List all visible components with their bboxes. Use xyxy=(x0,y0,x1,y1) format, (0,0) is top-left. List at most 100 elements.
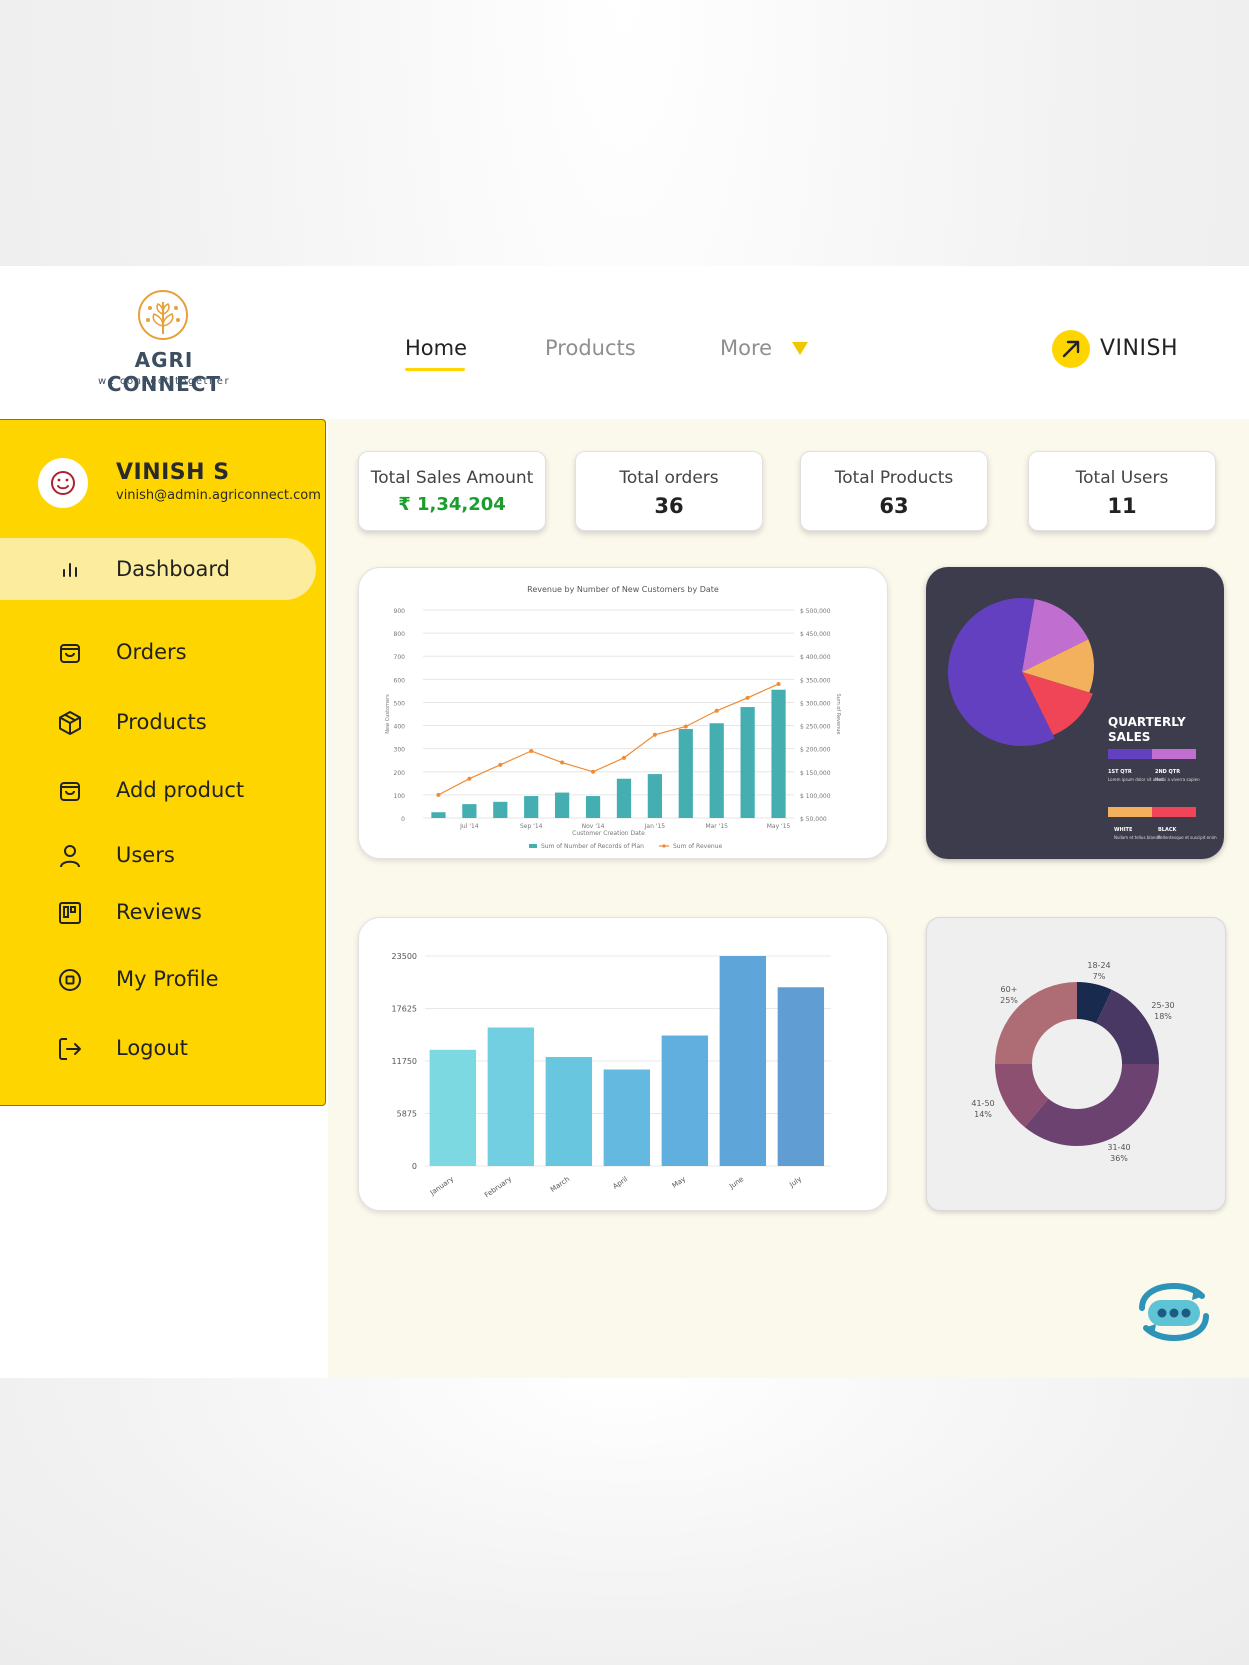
y2-tick-label: $ 400,000 xyxy=(800,654,831,661)
sidebar-item-logout[interactable]: Logout xyxy=(0,1017,316,1079)
y-tick-label: 300 xyxy=(394,747,406,754)
sidebar-item-my-profile[interactable]: My Profile xyxy=(0,948,316,1010)
y-tick-label: 800 xyxy=(394,631,406,638)
legend-swatch xyxy=(1152,749,1196,759)
nav-home[interactable]: Home xyxy=(405,336,467,371)
x-tick-label: Nov '14 xyxy=(582,823,605,830)
sidebar-item-users[interactable]: Users xyxy=(0,824,316,886)
slice-percent: 25% xyxy=(1000,996,1018,1005)
sidebar-item-reviews[interactable]: Reviews xyxy=(0,881,316,943)
legend-label: BLACK xyxy=(1158,827,1178,833)
stat-value: 11 xyxy=(1107,494,1137,518)
x-tick-label: April xyxy=(611,1175,629,1191)
x-tick-label: March xyxy=(549,1175,571,1194)
shopping-bag-icon xyxy=(60,644,80,663)
y-tick-label: 0 xyxy=(401,816,405,823)
bar xyxy=(585,796,601,818)
sidebar-item-add-product[interactable]: Add product xyxy=(0,759,316,821)
profile-email: vinish@admin.agriconnect.com xyxy=(116,488,321,503)
slice-label: 18-24 xyxy=(1087,961,1110,970)
bar xyxy=(462,804,477,818)
stat-title: Total orders xyxy=(619,468,719,488)
profile-name: VINISH S xyxy=(116,460,230,485)
line-point xyxy=(683,724,688,729)
sidebar-item-label: Reviews xyxy=(116,900,202,924)
y2-tick-label: $ 300,000 xyxy=(800,700,831,707)
stat-card-total-users[interactable]: Total Users 11 xyxy=(1028,451,1216,531)
x-axis-label: Customer Creation Date xyxy=(572,830,645,837)
revenue-chart-card: Revenue by Number of New Customers by Da… xyxy=(358,567,888,859)
avatar[interactable] xyxy=(38,458,88,508)
stat-card-total-products[interactable]: Total Products 63 xyxy=(800,451,988,531)
bar xyxy=(771,689,786,818)
x-tick-label: February xyxy=(483,1175,513,1199)
y-tick-label: 100 xyxy=(394,793,406,800)
x-tick-label: June xyxy=(727,1175,745,1191)
board-icon xyxy=(59,902,81,924)
stat-value: 36 xyxy=(654,494,684,518)
legend-label: Sum of Number of Records of Plan xyxy=(541,843,644,850)
y2-tick-label: $ 500,000 xyxy=(800,608,831,615)
sidebar-item-dashboard[interactable]: Dashboard xyxy=(0,538,316,600)
y2-tick-label: $ 250,000 xyxy=(800,724,831,731)
y-tick-label: 17625 xyxy=(392,1005,417,1014)
stat-card-total-sales[interactable]: Total Sales Amount ₹ 1,34,204 xyxy=(358,451,546,531)
bar xyxy=(616,778,632,818)
slice-label: 60+ xyxy=(1001,985,1018,994)
stat-card-total-orders[interactable]: Total orders 36 xyxy=(575,451,763,531)
top-header: AGRI CONNECT we connect together Home Pr… xyxy=(0,266,1249,419)
line-point xyxy=(560,760,565,765)
sidebar-item-products[interactable]: Products xyxy=(0,691,316,753)
y-tick-label: 0 xyxy=(412,1162,417,1171)
y2-tick-label: $ 150,000 xyxy=(800,770,831,777)
bar xyxy=(524,796,539,818)
sidebar-item-label: Dashboard xyxy=(116,557,230,581)
slice-percent: 14% xyxy=(974,1110,992,1119)
header-user-name: VINISH xyxy=(1100,336,1178,361)
stat-title: Total Sales Amount xyxy=(370,468,534,488)
legend-label: WHITE xyxy=(1114,827,1133,833)
sidebar-item-label: Orders xyxy=(116,640,187,664)
sidebar-item-label: Users xyxy=(116,843,175,867)
legend-line-point xyxy=(662,844,666,848)
logout-icon xyxy=(59,1038,81,1060)
bar xyxy=(429,1049,477,1166)
nav-more-dropdown[interactable]: More xyxy=(720,336,808,360)
line-point xyxy=(498,762,503,767)
line-point xyxy=(591,769,596,774)
bar-chart-icon xyxy=(63,563,77,577)
bar xyxy=(719,956,767,1166)
x-tick-label: May xyxy=(671,1175,687,1190)
bar xyxy=(777,987,825,1166)
sidebar-item-orders[interactable]: Orders xyxy=(0,621,316,683)
nav-products[interactable]: Products xyxy=(545,336,636,360)
stat-title: Total Users xyxy=(1075,468,1169,488)
line-point xyxy=(621,755,626,760)
bar xyxy=(678,729,693,818)
sidebar-item-label: My Profile xyxy=(116,967,219,991)
y2-axis-label: Sum of Revenue xyxy=(835,694,841,735)
package-icon xyxy=(59,711,81,735)
bar xyxy=(603,1069,651,1166)
legend-swatch xyxy=(1108,807,1152,817)
profile-circle-icon xyxy=(59,969,81,991)
nav-products-label: Products xyxy=(545,336,636,360)
line-point xyxy=(529,748,534,753)
line-point xyxy=(776,681,781,686)
brand-logo[interactable]: AGRI CONNECT we connect together xyxy=(78,288,250,396)
y-tick-label: 400 xyxy=(394,724,406,731)
legend-note: Pellentesque et suscipit enim xyxy=(1158,835,1217,840)
y2-tick-label: $ 450,000 xyxy=(800,631,831,638)
bar xyxy=(431,812,446,818)
slice-percent: 36% xyxy=(1110,1154,1128,1163)
x-tick-label: July xyxy=(787,1175,803,1189)
x-tick-label: Sep '14 xyxy=(520,823,543,830)
slice-percent: 18% xyxy=(1154,1012,1172,1021)
stat-value: 63 xyxy=(879,494,909,518)
slice-percent: 7% xyxy=(1093,972,1106,981)
monthly-bar-chart-card: 0 5875 11750 17625 23500 January February March… xyxy=(358,917,888,1211)
page-background-bottom xyxy=(0,1378,1249,1665)
revenue-combo-chart: Revenue by Number of New Customers by Da… xyxy=(385,585,841,850)
chatbot-button[interactable] xyxy=(1132,1278,1216,1350)
legend-label: 2ND QTR xyxy=(1155,769,1180,775)
